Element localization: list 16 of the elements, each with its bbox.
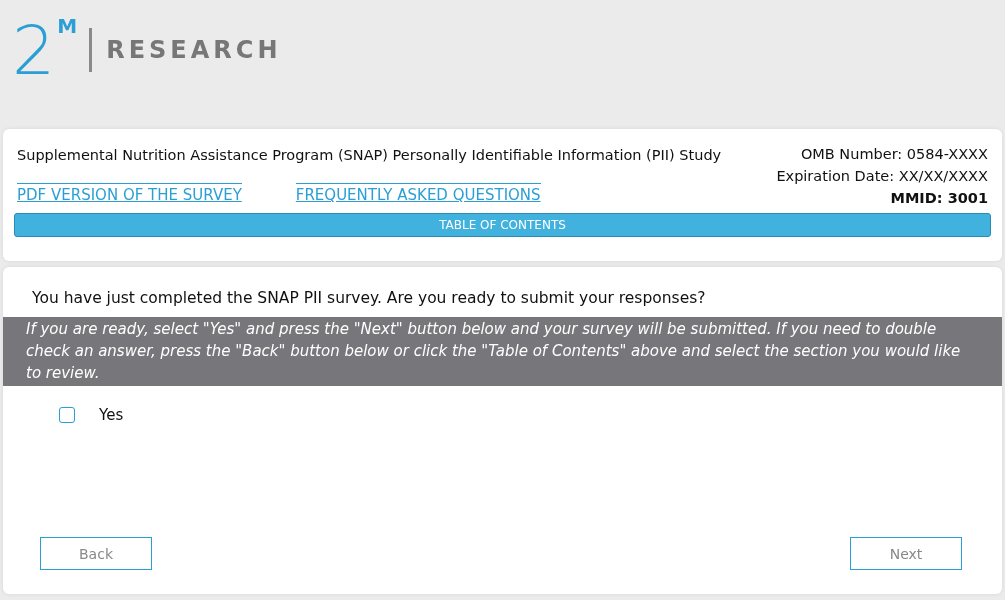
header-link[interactable]: FREQUENTLY ASKED QUESTIONS bbox=[295, 183, 541, 204]
table-of-contents-button[interactable]: TABLE OF CONTENTS bbox=[14, 213, 991, 237]
expiration-date: Expiration Date: XX/XX/XXXX bbox=[776, 167, 988, 186]
question-text: You have just completed the SNAP PII survey. Are you ready to submit your responses? bbox=[31, 288, 707, 309]
next-button[interactable]: Next bbox=[850, 537, 962, 570]
checkbox[interactable] bbox=[59, 407, 75, 423]
instructions-text: If you are ready, select "Yes" and press the "Next" button below and your survey will be submitted. If you need to double check an answer, press the "Back" button below or click the "Table of Contents" above and select the section you would like to review. bbox=[3, 317, 1002, 386]
back-button[interactable]: Back bbox=[40, 537, 152, 570]
logo-superscript: M bbox=[57, 14, 78, 38]
logo-numeral: 2 bbox=[12, 17, 56, 85]
study-title: Supplemental Nutrition Assistance Program (SNAP) Personally Identifiable Information (PII) Study bbox=[17, 147, 722, 163]
mmid-label: MMID: 3001 bbox=[889, 189, 988, 208]
omb-number: OMB Number: 0584-XXXX bbox=[799, 145, 988, 164]
option-label: Yes bbox=[99, 406, 124, 424]
logo-wordmark: RESEARCH bbox=[106, 36, 282, 64]
header-link[interactable]: PDF VERSION OF THE SURVEY bbox=[17, 183, 242, 204]
